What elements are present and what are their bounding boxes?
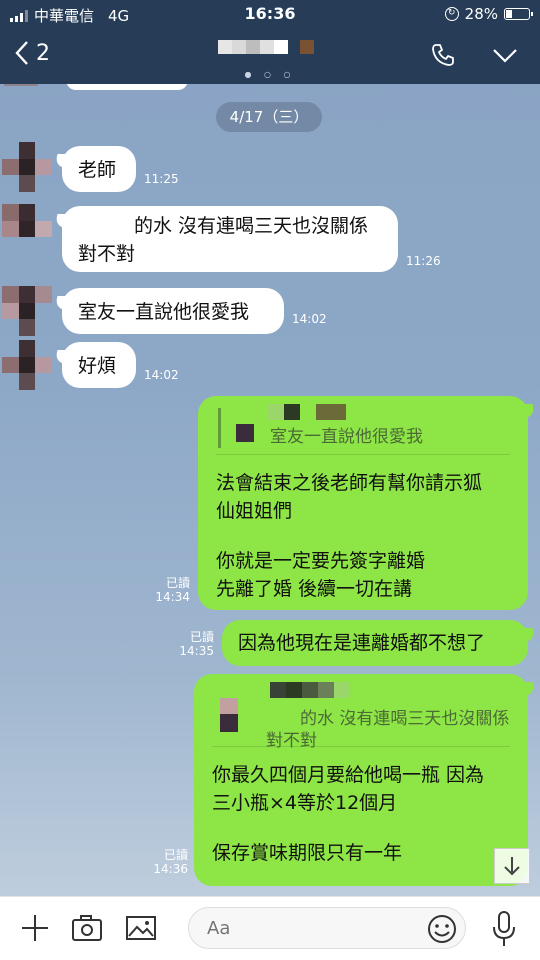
message-input[interactable]	[188, 907, 466, 949]
avatar-censored[interactable]	[2, 142, 52, 192]
phone-icon[interactable]	[430, 42, 456, 68]
battery-icon	[504, 8, 533, 20]
message-text: 因為他現在是連離婚都不想了	[238, 632, 486, 654]
quoted-text: 的水 沒有連喝三天也沒關係	[266, 708, 509, 730]
quoted-text-line: 的水 沒有連喝三天也沒關係	[300, 709, 510, 729]
chat-area[interactable]: 4/17（三） 老師 11:25 的水 沒有連喝三天也沒關係 對不對 11:26…	[0, 84, 540, 896]
read-label: 已讀	[189, 630, 214, 644]
message-text: 好煩	[78, 355, 117, 377]
battery-percent: 28%	[464, 5, 498, 23]
message-text: 室友一直說他很愛我	[78, 301, 250, 323]
message-time: 11:26	[406, 254, 441, 268]
message-input-bar	[0, 896, 540, 960]
message-text: 先離了婚 後續一切在講	[216, 578, 413, 600]
message-bubble-incoming[interactable]: 室友一直說他很愛我	[62, 288, 284, 334]
contact-name-censored[interactable]	[218, 40, 314, 54]
unread-count: 2	[36, 40, 50, 66]
reply-quote[interactable]: 室友一直說他很愛我	[216, 404, 510, 455]
read-receipt: 已讀 14:36	[148, 848, 188, 876]
plus-icon	[22, 915, 48, 941]
emoji-button[interactable]	[426, 913, 458, 945]
chat-header: 2 ● ○ ○	[0, 28, 540, 84]
plus-button[interactable]	[18, 911, 52, 945]
message-bubble-outgoing[interactable]: 因為他現在是連離婚都不想了	[222, 620, 528, 666]
quoted-avatar-censored	[236, 424, 254, 442]
message-text: 對不對	[78, 243, 136, 265]
message-time: 14:34	[155, 590, 190, 604]
page-indicator: ● ○ ○	[244, 70, 296, 79]
microphone-icon	[493, 911, 515, 946]
avatar-censored[interactable]	[2, 286, 52, 336]
status-bar: 中華電信 4G 16:36 ↻ 28%	[0, 0, 540, 28]
chevron-left-icon	[15, 41, 28, 65]
message-bubble-partial	[66, 84, 188, 90]
back-button[interactable]: 2	[14, 40, 50, 66]
message-time: 11:25	[144, 172, 179, 186]
quoted-avatar-censored	[220, 714, 238, 732]
date-separator: 4/17（三）	[216, 102, 322, 132]
avatar-censored[interactable]	[2, 204, 52, 254]
message-text: 你最久四個月要給他喝一瓶 因為	[212, 764, 485, 786]
arrow-down-icon	[504, 857, 520, 876]
image-button[interactable]	[124, 911, 158, 945]
message-text: 的水 沒有連喝三天也沒關係	[134, 215, 369, 237]
message-text: 法會結束之後老師有幫你請示狐	[216, 472, 483, 494]
message-text: 保存賞味期限只有一年	[212, 842, 403, 864]
message-bubble-incoming[interactable]: 老師	[62, 146, 136, 192]
read-receipt: 已讀 14:35	[174, 630, 214, 658]
chevron-down-icon[interactable]	[492, 42, 518, 68]
message-time: 14:35	[179, 644, 214, 658]
read-label: 已讀	[165, 576, 190, 590]
quoted-text-line: 對不對	[266, 731, 317, 751]
image-icon	[126, 916, 156, 940]
message-text: 老師	[78, 159, 117, 181]
camera-button[interactable]	[70, 911, 104, 945]
message-bubble-outgoing[interactable]: 的水 沒有連喝三天也沒關係 對不對 你最久四個月要給他喝一瓶 因為 三小瓶×4等…	[194, 674, 528, 886]
reply-quote[interactable]: 的水 沒有連喝三天也沒關係 對不對	[212, 682, 510, 751]
avatar-censored[interactable]	[2, 340, 52, 390]
message-time: 14:36	[153, 862, 188, 876]
rotation-lock-icon: ↻	[444, 7, 459, 21]
emoji-icon	[428, 915, 456, 943]
quoted-text: 室友一直說他很愛我	[270, 427, 423, 447]
microphone-button[interactable]	[488, 909, 520, 949]
camera-icon	[72, 915, 102, 941]
message-text: 仙姐姐們	[216, 500, 293, 522]
message-text: 你就是一定要先簽字離婚	[216, 550, 426, 572]
message-bubble-incoming[interactable]: 好煩	[62, 342, 136, 388]
read-receipt: 已讀 14:34	[150, 576, 190, 604]
message-bubble-incoming[interactable]: 的水 沒有連喝三天也沒關係 對不對	[62, 206, 398, 272]
read-label: 已讀	[163, 848, 188, 862]
quoted-sender-censored	[268, 404, 510, 420]
quoted-sender-censored	[270, 682, 510, 698]
message-text: 三小瓶×4等於12個月	[212, 792, 398, 814]
message-time: 14:02	[292, 312, 327, 326]
message-bubble-outgoing[interactable]: 室友一直說他很愛我 法會結束之後老師有幫你請示狐 仙姐姐們 你就是一定要先簽字離…	[198, 396, 528, 610]
avatar-censored	[4, 84, 38, 86]
message-time: 14:02	[144, 368, 179, 382]
scroll-to-bottom-button[interactable]	[494, 848, 530, 884]
